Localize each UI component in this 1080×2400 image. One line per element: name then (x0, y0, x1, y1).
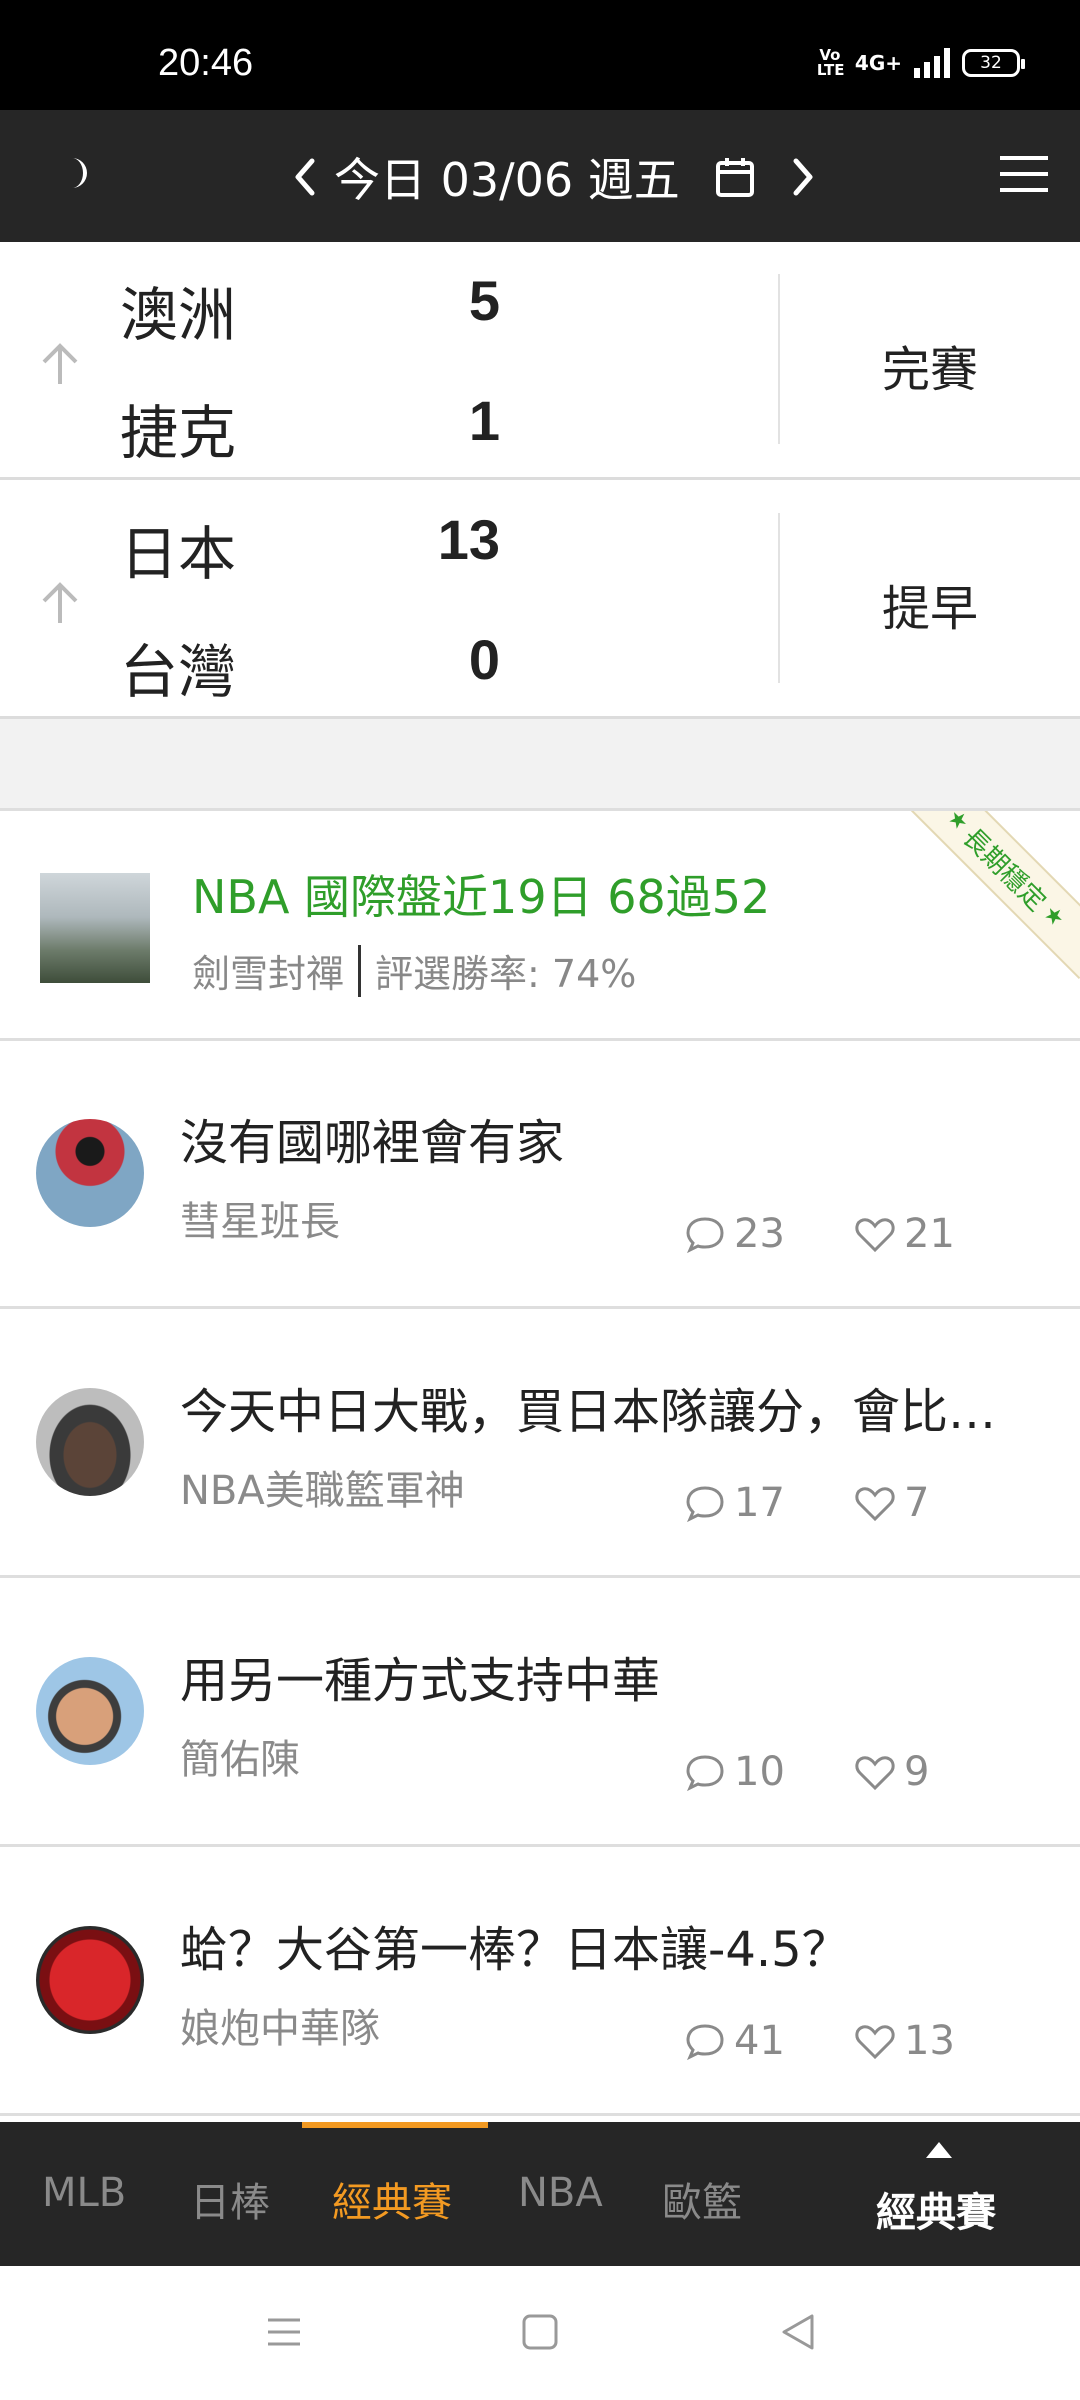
chevron-left-icon[interactable] (290, 153, 318, 201)
match-row[interactable]: 日本 13 台灣 0 提早 (0, 481, 1080, 719)
away-score: 1 (468, 389, 500, 452)
bottom-tab-bar: MLB 日棒 經典賽 NBA 歐籃 經典賽 (0, 2122, 1080, 2266)
active-tab-indicator (302, 2122, 488, 2128)
comment-count: 10 (684, 1749, 785, 1795)
featured-title: NBA 國際盤近19日 68過52 (192, 870, 771, 924)
list-item[interactable]: 沒有國哪裡會有家 彗星班長 23 21 (0, 1041, 1080, 1309)
away-team: 台灣 (120, 638, 237, 706)
home-team: 日本 (120, 520, 237, 588)
divider (358, 944, 362, 997)
tab-wbc[interactable]: 經典賽 (332, 2170, 452, 2228)
featured-pick[interactable]: NBA 國際盤近19日 68過52 劍雪封禪 評選勝率: 74% ★ 長期穩定 … (0, 811, 1080, 1041)
featured-thumbnail (40, 873, 150, 983)
avatar[interactable] (36, 1657, 144, 1765)
system-nav-bar (0, 2266, 1080, 2400)
comment-count-value: 41 (734, 2018, 785, 2064)
featured-win-rate: 評選勝率: 74% (375, 952, 637, 996)
heart-icon (855, 1218, 895, 1253)
recents-menu-icon[interactable] (262, 2310, 306, 2354)
avatar[interactable] (36, 1388, 144, 1496)
like-count-value: 9 (904, 1749, 930, 1795)
status-icons: Vo LTE 4G+ 32 (816, 46, 1025, 79)
date-navigator: 今日 03/06 週五 (290, 144, 818, 210)
network-type: 4G+ (854, 51, 902, 75)
section-spacer (0, 719, 1080, 811)
list-item[interactable]: 今天中日大戰，買日本隊讓分，會比買... NBA美職籃軍神 17 7 (0, 1310, 1080, 1578)
comment-count-value: 17 (734, 1480, 785, 1526)
comment-count: 23 (684, 1211, 785, 1257)
comment-icon (686, 1486, 724, 1523)
date-label[interactable]: 今日 03/06 週五 (334, 144, 680, 210)
status-time: 20:46 (158, 42, 254, 84)
like-count[interactable]: 9 (854, 1749, 929, 1795)
list-item[interactable]: 蛤？大谷第一棒？日本讓-4.5？ 娘炮中華隊 41 13 (0, 1848, 1080, 2116)
home-square-icon[interactable] (518, 2310, 562, 2354)
caret-up-icon[interactable] (924, 2140, 954, 2160)
post-author[interactable]: 娘炮中華隊 (180, 1996, 380, 2054)
post-title: 今天中日大戰，買日本隊讓分，會比買... (180, 1384, 1040, 1440)
home-score: 13 (437, 508, 500, 571)
comment-count-value: 10 (734, 1749, 785, 1795)
match-row[interactable]: 澳洲 5 捷克 1 完賽 (0, 242, 1080, 480)
star-icon: ★ (1038, 900, 1070, 932)
comment-icon (686, 1217, 724, 1254)
post-author[interactable]: 簡佑陳 (180, 1727, 300, 1785)
signal-icon (914, 48, 950, 78)
moon-icon[interactable] (52, 150, 96, 194)
chevron-right-icon[interactable] (790, 153, 818, 201)
back-triangle-icon[interactable] (776, 2310, 820, 2354)
status-bar: 20:46 Vo LTE 4G+ 32 (0, 0, 1080, 110)
heart-icon (855, 2025, 895, 2060)
home-team: 澳洲 (120, 281, 237, 349)
comment-icon (686, 1755, 724, 1792)
current-section-button[interactable]: 經典賽 (876, 2180, 996, 2238)
app-header: 今日 03/06 週五 (0, 110, 1080, 242)
match-status: 提早 (881, 581, 978, 637)
avatar[interactable] (36, 1119, 144, 1227)
featured-author[interactable]: 劍雪封禪 (192, 943, 344, 998)
match-status: 完賽 (881, 342, 978, 398)
featured-meta: 劍雪封禪 評選勝率: 74% (192, 943, 636, 998)
post-author[interactable]: 彗星班長 (180, 1189, 340, 1247)
list-item[interactable]: 用另一種方式支持中華 簡佑陳 10 9 (0, 1579, 1080, 1847)
post-title: 沒有國哪裡會有家 (180, 1115, 565, 1171)
arrow-up-icon (42, 343, 78, 384)
post-title: 用另一種方式支持中華 (180, 1653, 661, 1709)
tab-nba[interactable]: NBA (518, 2170, 603, 2216)
like-count[interactable]: 7 (854, 1480, 929, 1526)
comment-count: 41 (684, 2018, 785, 2064)
away-score: 0 (468, 628, 500, 691)
like-count[interactable]: 13 (854, 2018, 955, 2064)
hamburger-menu-icon[interactable] (998, 154, 1050, 194)
like-count-value: 7 (904, 1480, 930, 1526)
comment-count-value: 23 (734, 1211, 785, 1257)
heart-icon (855, 1756, 895, 1791)
post-title: 蛤？大谷第一棒？日本讓-4.5？ (180, 1922, 850, 1978)
comment-icon (686, 2024, 724, 2061)
tab-mlb[interactable]: MLB (42, 2170, 126, 2216)
arrow-up-icon (42, 582, 78, 623)
away-team: 捷克 (120, 399, 237, 467)
calendar-icon[interactable] (714, 155, 756, 199)
like-count[interactable]: 21 (854, 1211, 955, 1257)
ribbon-label: 長期穩定 (956, 822, 1052, 918)
battery-icon: 32 (962, 49, 1025, 77)
avatar[interactable] (36, 1926, 144, 2034)
tab-npb[interactable]: 日棒 (190, 2170, 270, 2228)
post-author[interactable]: NBA美職籃軍神 (180, 1458, 465, 1516)
home-score: 5 (468, 269, 500, 332)
like-count-value: 13 (904, 2018, 955, 2064)
volte-icon: Vo LTE (816, 46, 845, 79)
heart-icon (855, 1487, 895, 1522)
tab-euroleague[interactable]: 歐籃 (662, 2170, 742, 2228)
stability-ribbon: ★ 長期穩定 ★ (894, 811, 1080, 980)
comment-count: 17 (684, 1480, 785, 1526)
like-count-value: 21 (904, 1211, 955, 1257)
